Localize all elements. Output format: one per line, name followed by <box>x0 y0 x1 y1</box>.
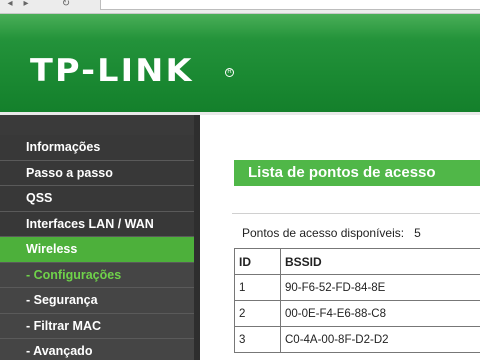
reload-icon[interactable]: ↻ <box>60 0 72 10</box>
ap-count-line: Pontos de acesso disponíveis: 5 <box>242 226 421 240</box>
table-row[interactable]: 1 90-F6-52-FD-84-8E <box>234 274 480 301</box>
page-title: Lista de pontos de acesso <box>234 160 480 186</box>
sidebar-subitem-avancado[interactable]: - Avançado <box>0 339 200 360</box>
column-header-id: ID <box>234 248 281 275</box>
sidebar-item-qss[interactable]: QSS <box>0 186 200 212</box>
registered-mark-icon: R <box>225 68 234 77</box>
tp-link-logo: TP-LINK <box>30 53 194 89</box>
back-icon[interactable]: ◂ <box>4 0 16 10</box>
sidebar-subitem-configuracoes[interactable]: - Configurações <box>0 262 200 288</box>
section-divider <box>232 213 480 214</box>
sidebar-item-informacoes[interactable]: Informações <box>0 135 200 161</box>
header-shine <box>0 14 480 38</box>
row-bssid: C0-4A-00-8F-D2-D2 <box>280 326 480 353</box>
row-bssid: 90-F6-52-FD-84-8E <box>280 274 480 301</box>
forward-icon[interactable]: ▸ <box>20 0 32 10</box>
access-point-table: ID BSSID 1 90-F6-52-FD-84-8E 2 00-0E-F4-… <box>234 248 480 353</box>
column-header-bssid: BSSID <box>280 248 480 275</box>
sidebar-subitem-seguranca[interactable]: - Segurança <box>0 288 200 314</box>
router-admin-page: ◂ ▸ ↻ TP-LINK R Informações Passo a pass… <box>0 0 480 360</box>
table-row[interactable]: 3 C0-4A-00-8F-D2-D2 <box>234 326 480 353</box>
row-id: 3 <box>234 326 281 353</box>
sidebar-nav: Informações Passo a passo QSS Interfaces… <box>0 115 200 360</box>
main-content: Lista de pontos de acesso Pontos de aces… <box>200 115 480 360</box>
ap-count-value: 5 <box>414 226 421 240</box>
sidebar-item-wireless[interactable]: Wireless <box>0 237 200 263</box>
address-bar[interactable] <box>100 0 480 10</box>
sidebar-item-interfaces-lan-wan[interactable]: Interfaces LAN / WAN <box>0 211 200 237</box>
browser-chrome: ◂ ▸ ↻ <box>0 0 480 14</box>
row-id: 1 <box>234 274 281 301</box>
row-id: 2 <box>234 300 281 327</box>
sidebar-subitem-filtrar-mac[interactable]: - Filtrar MAC <box>0 313 200 339</box>
row-bssid: 00-0E-F4-E6-88-C8 <box>280 300 480 327</box>
table-row[interactable]: 2 00-0E-F4-E6-88-C8 <box>234 300 480 327</box>
table-header-row: ID BSSID <box>234 248 480 275</box>
sidebar-top-gap <box>0 115 200 135</box>
header-banner: TP-LINK R <box>0 14 480 112</box>
sidebar-item-passo-a-passo[interactable]: Passo a passo <box>0 160 200 186</box>
ap-count-label: Pontos de acesso disponíveis: <box>242 226 405 240</box>
